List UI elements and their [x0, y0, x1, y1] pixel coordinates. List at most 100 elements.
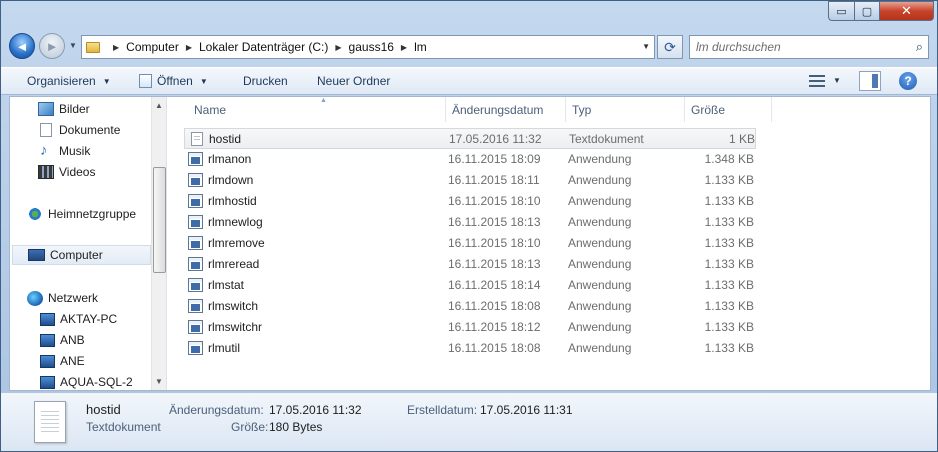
search-input[interactable]	[690, 40, 900, 54]
file-type: Anwendung	[568, 257, 632, 271]
recent-pages-dropdown[interactable]: ▼	[67, 41, 79, 51]
file-date: 16.11.2015 18:10	[448, 194, 541, 208]
application-icon	[188, 236, 203, 250]
sidebar-item-label: Dokumente	[59, 123, 121, 137]
change-view-icon[interactable]	[809, 75, 825, 87]
file-name: rlmreread	[208, 257, 260, 271]
breadcrumb-lm[interactable]: lm	[414, 40, 427, 54]
breadcrumb: ▶ Computer ▶ Lokaler Datenträger (C:) ▶ …	[106, 40, 427, 54]
sidebar-item-ane[interactable]: ANE	[40, 351, 151, 371]
sidebar-item-netzwerk[interactable]: Netzwerk	[27, 288, 151, 308]
table-row[interactable]: rlmanon 16.11.2015 18:09 Anwendung 1.348…	[184, 149, 756, 170]
file-list: ▲ Name Änderungsdatum Typ Größe hostid 1…	[168, 97, 930, 390]
sidebar-item-bilder[interactable]: Bilder	[38, 99, 151, 119]
file-size: 1.133 KB	[704, 341, 754, 355]
application-icon	[188, 299, 203, 313]
details-size-value: 180 Bytes	[269, 420, 323, 434]
breadcrumb-separator-icon[interactable]: ▶	[186, 43, 192, 52]
sidebar-item-aktay-pc[interactable]: AKTAY-PC	[40, 309, 151, 329]
help-button[interactable]: ?	[899, 72, 917, 90]
view-options-dropdown[interactable]: ▼	[833, 76, 841, 85]
search-icon[interactable]: ⌕	[916, 39, 923, 55]
file-date: 16.11.2015 18:08	[448, 341, 541, 355]
refresh-button[interactable]: ⟳	[657, 35, 683, 59]
text-file-icon	[191, 132, 203, 146]
back-button[interactable]: ◄	[9, 33, 35, 59]
sidebar-item-dokumente[interactable]: Dokumente	[38, 120, 151, 140]
sidebar-scrollbar[interactable]: ▲ ▼	[151, 97, 166, 390]
details-modified-label: Änderungsdatum:	[169, 403, 264, 417]
column-header-date[interactable]: Änderungsdatum	[446, 97, 566, 122]
application-icon	[188, 215, 203, 229]
column-header-type[interactable]: Typ	[566, 97, 685, 122]
breadcrumb-separator-icon[interactable]: ▶	[401, 43, 407, 52]
details-size-label: Größe:	[231, 420, 269, 434]
scroll-down-icon[interactable]: ▼	[155, 377, 163, 386]
new-folder-button[interactable]: Neuer Ordner	[317, 74, 390, 88]
homegroup-icon	[27, 207, 43, 221]
file-date: 16.11.2015 18:13	[448, 257, 541, 271]
file-date: 16.11.2015 18:11	[448, 173, 540, 187]
sidebar-item-heimnetzgruppe[interactable]: Heimnetzgruppe	[27, 204, 151, 224]
file-name: rlmswitchr	[208, 320, 262, 334]
table-row[interactable]: rlmdown 16.11.2015 18:11 Anwendung 1.133…	[184, 170, 756, 191]
sidebar-item-label: AQUA-SQL-2	[60, 375, 133, 389]
print-button[interactable]: Drucken	[243, 74, 288, 88]
column-header-size[interactable]: Größe	[685, 97, 772, 122]
breadcrumb-computer[interactable]: Computer	[126, 40, 179, 54]
scroll-up-icon[interactable]: ▲	[155, 101, 163, 110]
music-icon: ♪	[40, 142, 48, 159]
address-dropdown-icon[interactable]: ▼	[642, 42, 650, 51]
table-row[interactable]: rlmhostid 16.11.2015 18:10 Anwendung 1.1…	[184, 191, 756, 212]
navigation-bar: ◄ ► ▼ ▶ Computer ▶ Lokaler Datenträger (…	[1, 31, 937, 63]
pc-icon	[40, 375, 55, 389]
file-date: 16.11.2015 18:13	[448, 215, 541, 229]
search-box: ⌕	[689, 35, 929, 59]
close-button[interactable]: ✕	[879, 1, 934, 21]
maximize-button[interactable]: ▢	[854, 1, 880, 21]
application-icon	[188, 341, 203, 355]
sidebar-item-label: ANB	[60, 333, 85, 347]
table-row[interactable]: rlmutil 16.11.2015 18:08 Anwendung 1.133…	[184, 338, 756, 359]
notepad-icon	[139, 74, 152, 88]
breadcrumb-separator-icon[interactable]: ▶	[113, 43, 119, 52]
sidebar-item-aqua-sql-2[interactable]: AQUA-SQL-2	[40, 372, 151, 390]
open-label: Öffnen	[157, 74, 193, 88]
file-date: 16.11.2015 18:09	[448, 152, 541, 166]
table-row[interactable]: rlmnewlog 16.11.2015 18:13 Anwendung 1.1…	[184, 212, 756, 233]
file-date: 16.11.2015 18:10	[448, 236, 541, 250]
breadcrumb-drive-c[interactable]: Lokaler Datenträger (C:)	[199, 40, 328, 54]
scrollbar-thumb[interactable]	[153, 167, 166, 273]
breadcrumb-separator-icon[interactable]: ▶	[335, 43, 341, 52]
sidebar-item-anb[interactable]: ANB	[40, 330, 151, 350]
open-button[interactable]: Öffnen ▼	[139, 74, 208, 88]
table-row[interactable]: hostid 17.05.2016 11:32 Textdokument 1 K…	[184, 128, 756, 149]
print-label: Drucken	[243, 74, 288, 88]
address-bar[interactable]: ▶ Computer ▶ Lokaler Datenträger (C:) ▶ …	[81, 35, 655, 59]
forward-button[interactable]: ►	[39, 33, 65, 59]
new-folder-label: Neuer Ordner	[317, 74, 391, 88]
table-row[interactable]: rlmstat 16.11.2015 18:14 Anwendung 1.133…	[184, 275, 756, 296]
table-row[interactable]: rlmremove 16.11.2015 18:10 Anwendung 1.1…	[184, 233, 756, 254]
command-bar: Organisieren ▼ Öffnen ▼ Drucken Neuer Ordn…	[1, 67, 937, 95]
sidebar-item-label: AKTAY-PC	[60, 312, 118, 326]
table-row[interactable]: rlmswitchr 16.11.2015 18:12 Anwendung 1.…	[184, 317, 756, 338]
table-row[interactable]: rlmreread 16.11.2015 18:13 Anwendung 1.1…	[184, 254, 756, 275]
table-row[interactable]: rlmswitch 16.11.2015 18:08 Anwendung 1.1…	[184, 296, 756, 317]
sidebar-item-computer[interactable]: Computer	[12, 245, 151, 265]
file-size: 1.348 KB	[704, 152, 754, 166]
documents-icon	[40, 123, 52, 137]
file-type: Anwendung	[568, 236, 632, 250]
sidebar-item-videos[interactable]: Videos	[38, 162, 151, 182]
pc-icon	[40, 312, 55, 326]
file-size: 1.133 KB	[704, 299, 754, 313]
minimize-button[interactable]: ▭	[828, 1, 855, 21]
forward-arrow-icon: ►	[45, 38, 59, 54]
organize-button[interactable]: Organisieren ▼	[27, 74, 111, 88]
sidebar-item-musik[interactable]: ♪ Musik	[38, 141, 151, 161]
preview-pane-button[interactable]	[859, 71, 881, 91]
file-size: 1.133 KB	[704, 173, 754, 187]
column-header-name[interactable]: Name	[188, 97, 446, 122]
breadcrumb-gauss16[interactable]: gauss16	[349, 40, 394, 54]
column-header-label: Größe	[691, 102, 726, 117]
